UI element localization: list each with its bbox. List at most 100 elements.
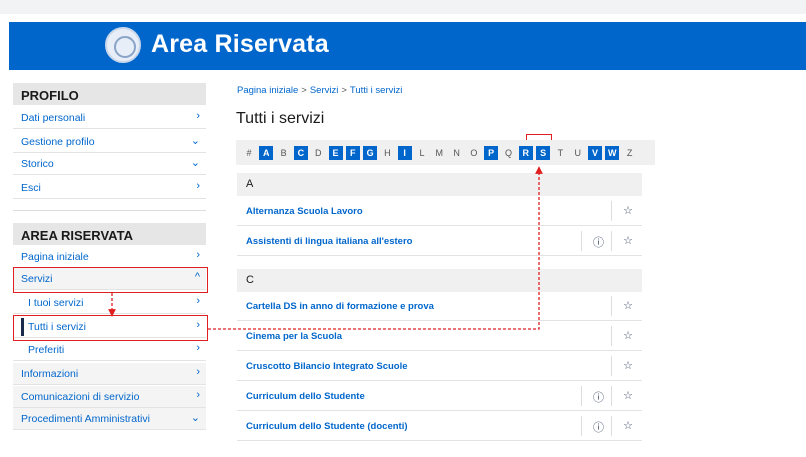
sidebar-heading-area-riservata: AREA RISERVATA (13, 223, 206, 245)
service-link-assistenti-di-lingua[interactable]: Assistenti di lingua italiana all'estero (246, 236, 412, 247)
favorite-star-icon[interactable]: ☆ (623, 359, 633, 372)
breadcrumb-separator: > (301, 85, 307, 96)
alphabet-letter-s[interactable]: S (536, 146, 551, 160)
alphabet-letter-l: L (419, 148, 425, 158)
service-link-cartella-ds[interactable]: Cartella DS in anno di formazione e prov… (246, 301, 434, 312)
chevron-right-icon: › (196, 295, 200, 307)
section-header-c: C (237, 269, 642, 292)
alphabet-letter-o: O (470, 148, 478, 158)
row-divider (611, 356, 612, 376)
row-divider (611, 416, 612, 436)
row-divider (581, 231, 582, 251)
sidebar-item-procedimenti-amministrativi[interactable]: Procedimenti Amministrativi ⌄ (13, 408, 206, 430)
row-divider (611, 201, 612, 221)
alphabet-letter-d: D (314, 148, 322, 158)
alphabet-letter-e[interactable]: E (328, 146, 343, 160)
sidebar-item-storico[interactable]: Storico ⌄ (13, 153, 206, 175)
alphabet-letter-n: N (453, 148, 460, 158)
republic-emblem-logo (105, 27, 141, 63)
sidebar-item-label: Procedimenti Amministrativi (21, 413, 150, 425)
chevron-right-icon: › (196, 110, 200, 122)
sidebar-item-gestione-profilo[interactable]: Gestione profilo ⌄ (13, 131, 206, 153)
sidebar-item-label: Esci (21, 182, 41, 194)
row-divider (581, 416, 582, 436)
breadcrumb-separator: > (341, 85, 347, 96)
service-link-cruscotto-bilancio[interactable]: Cruscotto Bilancio Integrato Scuole (246, 361, 408, 372)
service-link-alternanza-scuola-lavoro[interactable]: Alternanza Scuola Lavoro (246, 206, 363, 217)
alphabet-letter-f[interactable]: F (345, 146, 360, 160)
sidebar-item-label: Storico (21, 158, 54, 170)
sidebar-item-i-tuoi-servizi[interactable]: I tuoi servizi › (13, 292, 206, 314)
sidebar-item-label: Informazioni (21, 368, 79, 380)
alphabet-letter-hash: # (246, 148, 252, 158)
sidebar-item-dati-personali[interactable]: Dati personali › (13, 107, 206, 129)
alphabet-letter-i[interactable]: I (397, 146, 412, 160)
chevron-right-icon: › (196, 366, 200, 378)
chevron-down-icon: ⌄ (190, 412, 200, 424)
chevron-right-icon: › (196, 342, 200, 354)
favorite-star-icon[interactable]: ☆ (623, 299, 633, 312)
breadcrumb: Pagina iniziale > Servizi > Tutti i servizi (237, 85, 402, 96)
sidebar-divider (13, 210, 206, 211)
chevron-right-icon: › (196, 249, 200, 261)
info-icon[interactable]: ⓘ (593, 419, 604, 435)
alphabet-letter-v[interactable]: V (588, 146, 602, 160)
sidebar-item-label: Gestione profilo (21, 136, 95, 148)
sidebar-heading-profilo: PROFILO (13, 83, 206, 105)
chevron-right-icon: › (196, 180, 200, 192)
alphabet-letter-a[interactable]: A (259, 146, 274, 160)
alphabet-letter-p[interactable]: P (484, 146, 499, 160)
favorite-star-icon[interactable]: ☆ (623, 389, 633, 402)
sidebar-item-comunicazioni-di-servizio[interactable]: Comunicazioni di servizio › (13, 386, 206, 408)
row-divider (611, 326, 612, 346)
chevron-right-icon: › (196, 389, 200, 401)
favorite-star-icon[interactable]: ☆ (623, 419, 633, 432)
service-row: Assistenti di lingua italiana all'estero… (237, 226, 642, 256)
sidebar-item-label: I tuoi servizi (28, 297, 84, 309)
sidebar-item-preferiti[interactable]: Preferiti › (13, 339, 206, 361)
sidebar-item-esci[interactable]: Esci › (13, 177, 206, 199)
browser-top-strip (0, 0, 806, 14)
alphabet-letter-h: H (384, 148, 391, 158)
alphabet-letter-q: Q (504, 148, 512, 158)
alphabet-letter-w[interactable]: W (605, 146, 620, 160)
page-title: Tutti i servizi (236, 110, 325, 127)
info-icon[interactable]: ⓘ (593, 389, 604, 405)
chevron-down-icon: ⌄ (190, 135, 200, 147)
alphabet-letter-z: Z (626, 148, 633, 158)
row-divider (611, 231, 612, 251)
breadcrumb-servizi-link[interactable]: Servizi (310, 85, 339, 96)
alphabet-filter-bar: # A B C D E F G H I L M N O P Q R S T U V W Z (236, 140, 655, 165)
service-row: Curriculum dello Studente (docenti) ⓘ ☆ (237, 411, 642, 441)
chevron-down-icon: ⌄ (190, 157, 200, 169)
info-icon[interactable]: ⓘ (593, 234, 604, 250)
alphabet-letter-r[interactable]: R (518, 146, 533, 160)
highlight-box-tutti-i-servizi (13, 315, 208, 341)
row-divider (611, 296, 612, 316)
sidebar-item-label: Comunicazioni di servizio (21, 391, 140, 403)
sidebar: PROFILO Dati personali › Gestione profilo… (13, 78, 206, 440)
breadcrumb-current: Tutti i servizi (349, 85, 403, 96)
service-row: Curriculum dello Studente ⓘ ☆ (237, 381, 642, 411)
service-link-curriculum-dello-studente[interactable]: Curriculum dello Studente (246, 391, 365, 402)
alphabet-letter-c[interactable]: C (293, 146, 308, 160)
service-row: Cinema per la Scuola ☆ (237, 321, 642, 351)
service-row: Cruscotto Bilancio Integrato Scuole ☆ (237, 351, 642, 381)
favorite-star-icon[interactable]: ☆ (623, 204, 633, 217)
alphabet-letter-m: M (435, 148, 444, 158)
row-divider (581, 386, 582, 406)
favorite-star-icon[interactable]: ☆ (623, 234, 633, 247)
favorite-star-icon[interactable]: ☆ (623, 329, 633, 342)
alphabet-letter-t: T (557, 148, 564, 158)
row-divider (611, 386, 612, 406)
alphabet-letter-g[interactable]: G (363, 146, 378, 160)
sidebar-item-informazioni[interactable]: Informazioni › (13, 363, 206, 385)
service-link-cinema-per-la-scuola[interactable]: Cinema per la Scuola (246, 331, 342, 342)
service-row: Alternanza Scuola Lavoro ☆ (237, 196, 642, 226)
section-header-a: A (237, 173, 642, 196)
sidebar-item-label: Pagina iniziale (21, 251, 89, 263)
app-title: Area Riservata (151, 30, 329, 58)
breadcrumb-home-link[interactable]: Pagina iniziale (237, 85, 298, 96)
service-link-curriculum-dello-studente-docenti[interactable]: Curriculum dello Studente (docenti) (246, 421, 408, 432)
sidebar-item-pagina-iniziale[interactable]: Pagina iniziale › (13, 246, 206, 268)
